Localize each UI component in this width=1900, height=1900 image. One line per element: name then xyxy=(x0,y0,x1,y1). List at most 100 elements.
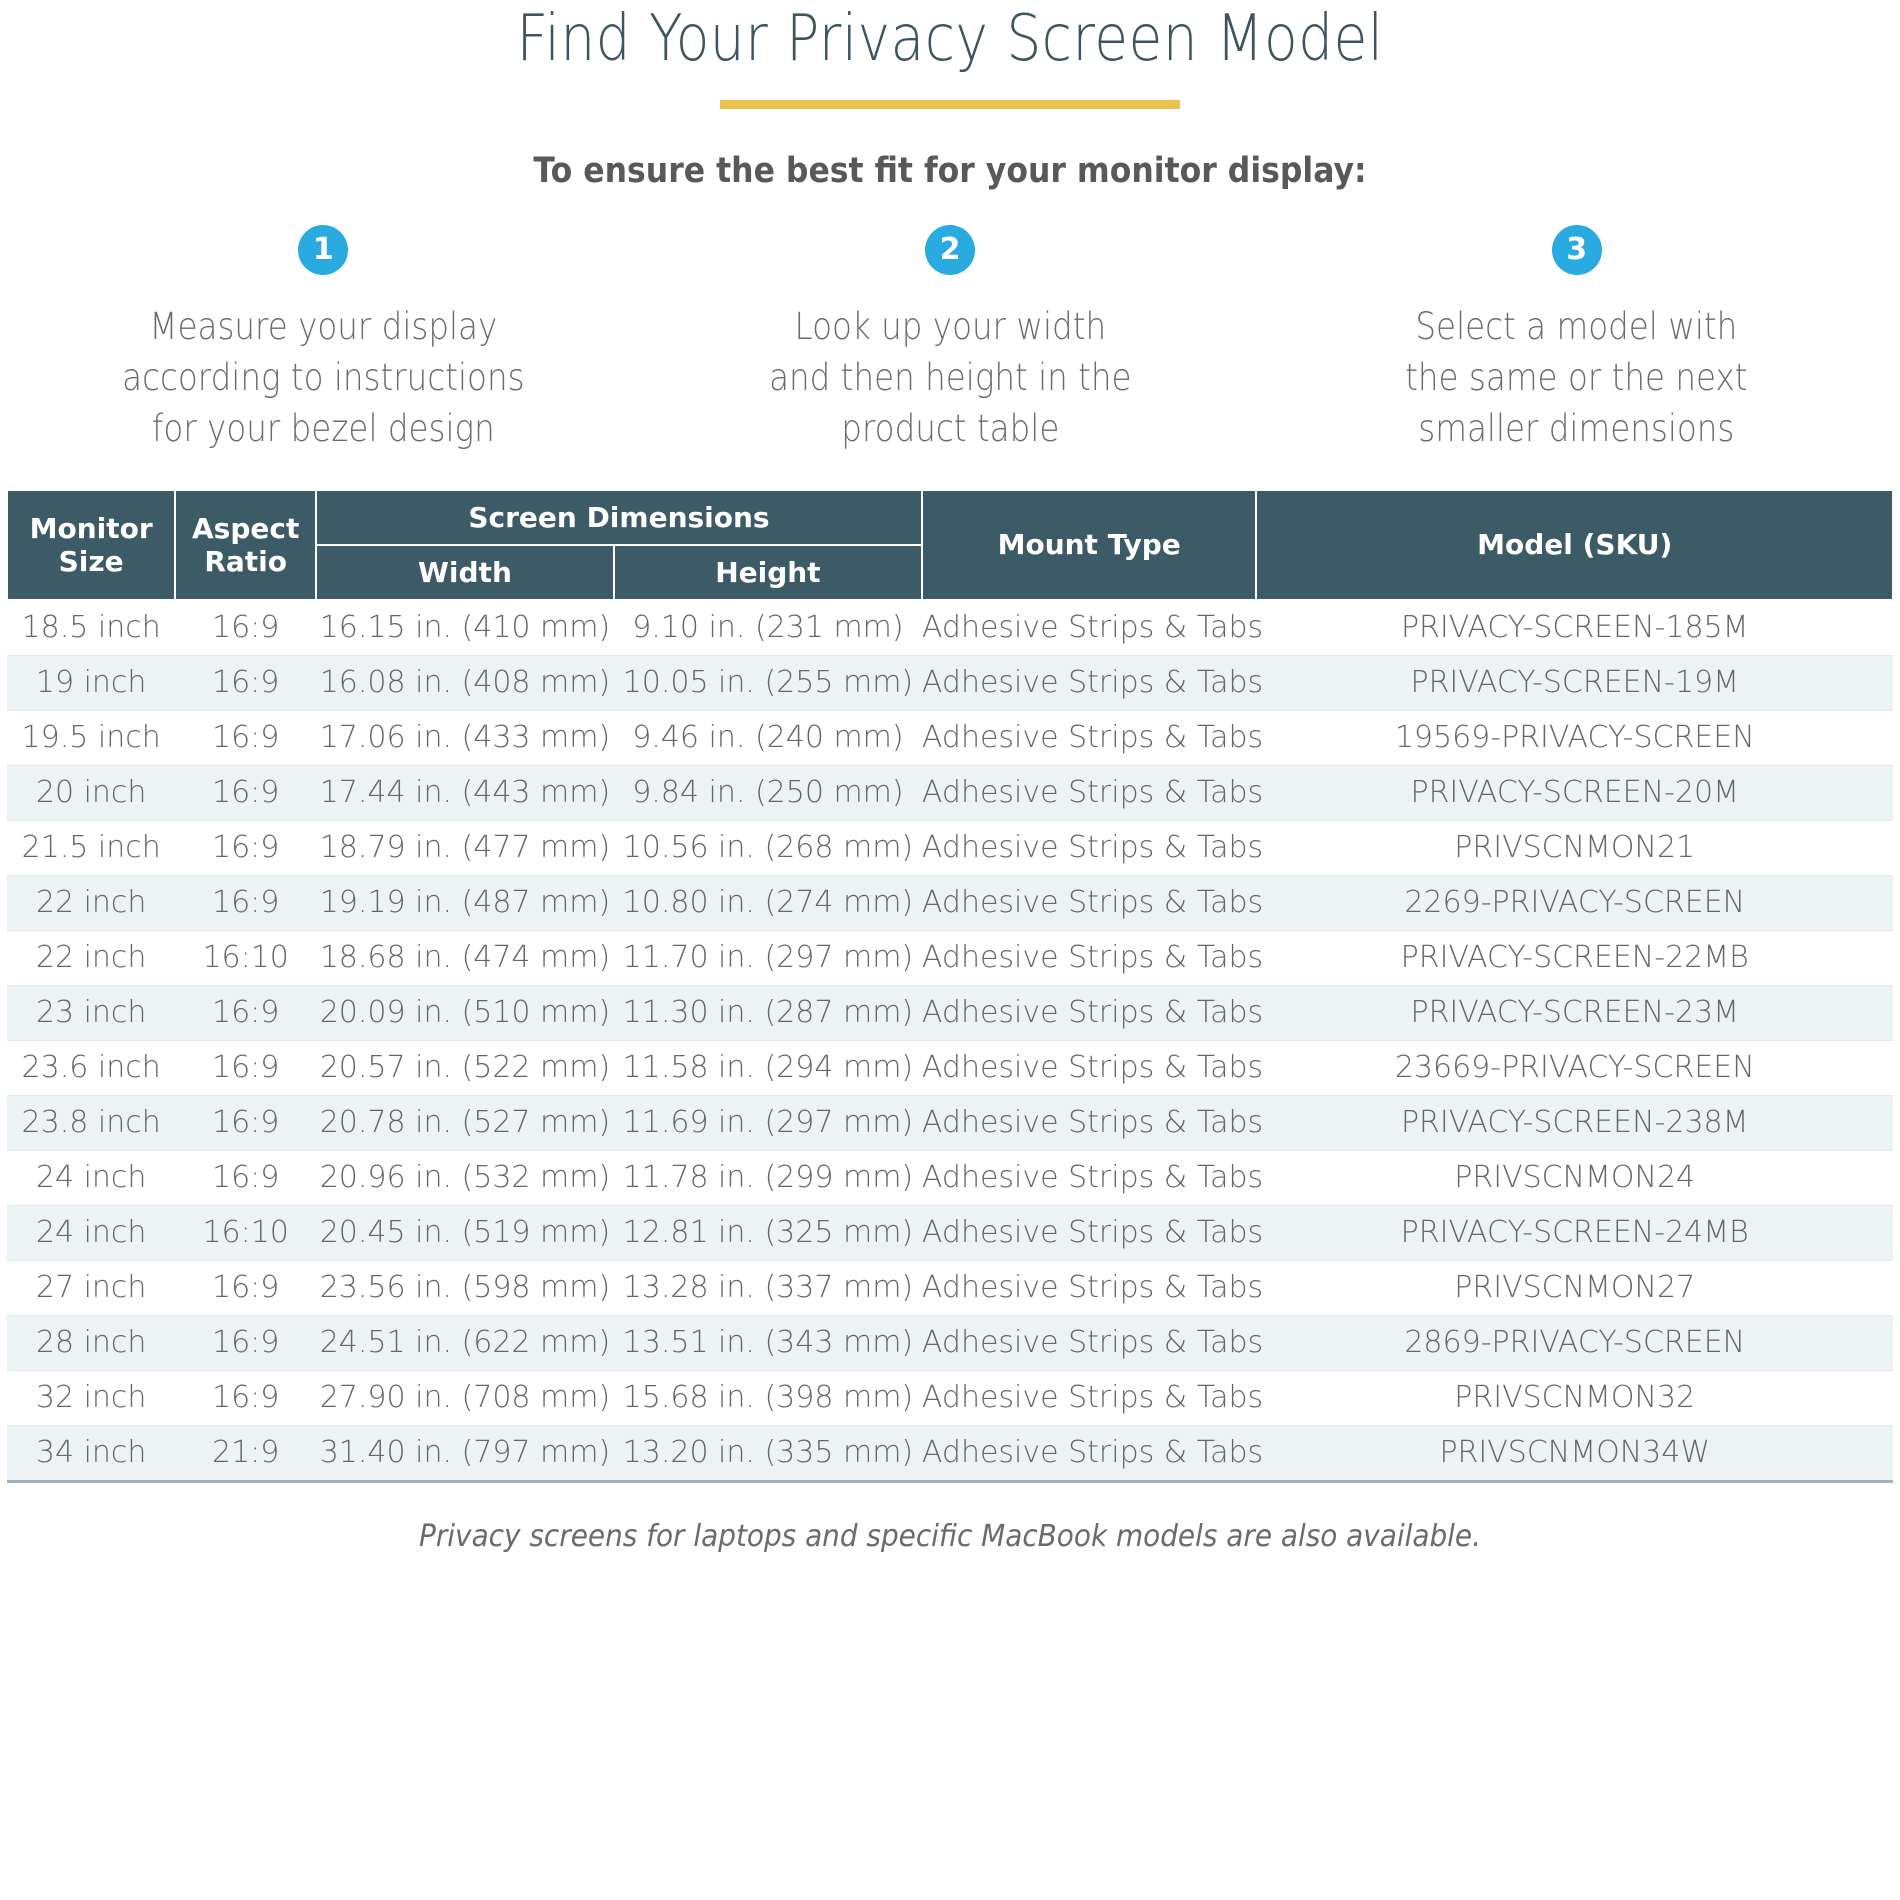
cell-mount: Adhesive Strips & Tabs xyxy=(921,1370,1263,1426)
cell-width: 17.44 in. (443 mm) xyxy=(316,765,614,821)
table-row: 22 inch 16:10 18.68 in. (474 mm) 11.70 in. … xyxy=(7,930,1893,986)
cell-height: 11.69 in. (297 mm) xyxy=(613,1095,922,1151)
step-label-1: Measure your display according to instru… xyxy=(122,305,525,451)
cell-ratio: 16:9 xyxy=(175,820,317,876)
cell-mount: Adhesive Strips & Tabs xyxy=(921,930,1263,986)
cell-width: 20.57 in. (522 mm) xyxy=(316,1040,614,1096)
cell-ratio: 16:9 xyxy=(175,1260,317,1316)
cell-ratio: 16:9 xyxy=(175,1150,317,1206)
cell-height: 10.56 in. (268 mm) xyxy=(613,820,922,876)
cell-mount: Adhesive Strips & Tabs xyxy=(921,985,1263,1041)
cell-ratio: 16:9 xyxy=(175,599,317,656)
cell-height: 13.51 in. (343 mm) xyxy=(613,1315,922,1371)
cell-mount: Adhesive Strips & Tabs xyxy=(921,875,1263,931)
steps-list: 1 Measure your display according to inst… xyxy=(0,225,1900,454)
column-header-monitor-size: Monitor Size xyxy=(5,488,177,601)
cell-model: PRIVACY-SCREEN-238M xyxy=(1256,1095,1893,1151)
cell-model: PRIVACY-SCREEN-20M xyxy=(1256,765,1893,821)
cell-model: PRIVSCNMON32 xyxy=(1256,1370,1893,1426)
cell-ratio: 16:9 xyxy=(175,875,317,931)
cell-size: 19.5 inch xyxy=(7,710,176,766)
table-body: 18.5 inch 16:9 16.15 in. (410 mm) 9.10 in. … xyxy=(7,599,1893,1483)
column-header-width: Width xyxy=(315,543,615,601)
table-row: 18.5 inch 16:9 16.15 in. (410 mm) 9.10 in. … xyxy=(7,599,1893,656)
cell-size: 32 inch xyxy=(7,1370,176,1426)
cell-height: 10.80 in. (274 mm) xyxy=(613,875,922,931)
step-badge-3: 3 xyxy=(1551,225,1602,276)
cell-mount: Adhesive Strips & Tabs xyxy=(921,655,1263,711)
table-row: 22 inch 16:9 19.19 in. (487 mm) 10.80 in. (… xyxy=(7,875,1893,931)
step-badge-2: 2 xyxy=(925,225,975,276)
page-title: Find Your Privacy Screen Model xyxy=(516,2,1384,76)
cell-width: 20.45 in. (519 mm) xyxy=(316,1205,614,1261)
cell-height: 9.84 in. (250 mm) xyxy=(613,765,922,821)
table-row: 19 inch 16:9 16.08 in. (408 mm) 10.05 in. (… xyxy=(7,655,1893,711)
cell-width: 20.09 in. (510 mm) xyxy=(316,985,614,1041)
cell-ratio: 16:9 xyxy=(175,1095,317,1151)
cell-width: 16.15 in. (410 mm) xyxy=(316,599,614,656)
cell-mount: Adhesive Strips & Tabs xyxy=(921,1315,1263,1371)
cell-size: 20 inch xyxy=(7,765,176,821)
table-row: 21.5 inch 16:9 18.79 in. (477 mm) 10.56 in.… xyxy=(7,820,1893,876)
cell-size: 18.5 inch xyxy=(7,599,176,656)
step-item-1: 1 Measure your display according to inst… xyxy=(10,225,637,454)
cell-model: 2269-PRIVACY-SCREEN xyxy=(1256,875,1893,931)
privacy-screen-sizing-infographic: Find Your Privacy Screen Model To ensure… xyxy=(0,0,1900,1900)
table-header-row-top: Monitor Size Aspect Ratio Screen Dimensi… xyxy=(5,488,1894,601)
cell-mount: Adhesive Strips & Tabs xyxy=(921,1205,1263,1261)
cell-mount: Adhesive Strips & Tabs xyxy=(921,599,1263,656)
cell-mount: Adhesive Strips & Tabs xyxy=(921,1095,1263,1151)
cell-mount: Adhesive Strips & Tabs xyxy=(921,1040,1263,1096)
cell-size: 24 inch xyxy=(7,1205,176,1261)
cell-height: 13.28 in. (337 mm) xyxy=(613,1260,922,1316)
step-item-3: 3 Select a model with the same or the ne… xyxy=(1263,225,1890,454)
cell-size: 28 inch xyxy=(7,1315,176,1371)
cell-width: 20.78 in. (527 mm) xyxy=(316,1095,614,1151)
cell-model: PRIVSCNMON34W xyxy=(1256,1425,1893,1483)
cell-height: 11.70 in. (297 mm) xyxy=(613,930,922,986)
cell-mount: Adhesive Strips & Tabs xyxy=(921,1260,1263,1316)
column-group-header-screen-dimensions: Screen Dimensions xyxy=(315,488,923,546)
accent-divider xyxy=(720,100,1180,110)
table-row: 23.6 inch 16:9 20.57 in. (522 mm) 11.58 in.… xyxy=(7,1040,1893,1096)
cell-width: 27.90 in. (708 mm) xyxy=(316,1370,614,1426)
cell-ratio: 16:9 xyxy=(175,1370,317,1426)
cell-mount: Adhesive Strips & Tabs xyxy=(921,1425,1263,1483)
cell-height: 13.20 in. (335 mm) xyxy=(613,1425,922,1483)
step-badge-1: 1 xyxy=(298,225,349,276)
cell-height: 9.10 in. (231 mm) xyxy=(613,599,922,656)
cell-height: 10.05 in. (255 mm) xyxy=(613,655,922,711)
cell-mount: Adhesive Strips & Tabs xyxy=(921,1150,1263,1206)
table-row: 34 inch 21:9 31.40 in. (797 mm) 13.20 in. (… xyxy=(7,1425,1893,1483)
cell-model: PRIVSCNMON21 xyxy=(1256,820,1893,876)
cell-size: 23.6 inch xyxy=(7,1040,176,1096)
column-header-model-sku: Model (SKU) xyxy=(1255,488,1894,601)
cell-model: PRIVSCNMON24 xyxy=(1256,1150,1893,1206)
table-row: 27 inch 16:9 23.56 in. (598 mm) 13.28 in. (… xyxy=(7,1260,1893,1316)
cell-ratio: 16:9 xyxy=(175,1315,317,1371)
product-table-wrap: Monitor Size Aspect Ratio Screen Dimensi… xyxy=(0,488,1900,1483)
cell-ratio: 16:9 xyxy=(175,655,317,711)
column-header-height: Height xyxy=(612,543,923,601)
title-divider-wrap xyxy=(0,100,1900,110)
cell-width: 23.56 in. (598 mm) xyxy=(316,1260,614,1316)
table-row: 19.5 inch 16:9 17.06 in. (433 mm) 9.46 in. … xyxy=(7,710,1893,766)
step-label-2: Look up your width and then height in th… xyxy=(768,305,1132,451)
cell-height: 15.68 in. (398 mm) xyxy=(613,1370,922,1426)
cell-width: 31.40 in. (797 mm) xyxy=(316,1425,614,1483)
cell-size: 24 inch xyxy=(7,1150,176,1206)
cell-ratio: 16:9 xyxy=(175,710,317,766)
cell-size: 22 inch xyxy=(7,930,176,986)
product-table: Monitor Size Aspect Ratio Screen Dimensi… xyxy=(5,488,1894,1483)
column-header-mount-type: Mount Type xyxy=(920,488,1258,601)
cell-width: 24.51 in. (622 mm) xyxy=(316,1315,614,1371)
table-row: 20 inch 16:9 17.44 in. (443 mm) 9.84 in. (2… xyxy=(7,765,1893,821)
cell-width: 19.19 in. (487 mm) xyxy=(316,875,614,931)
cell-ratio: 21:9 xyxy=(175,1425,317,1483)
table-head: Monitor Size Aspect Ratio Screen Dimensi… xyxy=(5,488,1894,601)
cell-height: 11.58 in. (294 mm) xyxy=(613,1040,922,1096)
cell-model: PRIVACY-SCREEN-19M xyxy=(1256,655,1893,711)
cell-ratio: 16:10 xyxy=(175,1205,317,1261)
cell-height: 11.30 in. (287 mm) xyxy=(613,985,922,1041)
cell-model: PRIVACY-SCREEN-23M xyxy=(1256,985,1893,1041)
